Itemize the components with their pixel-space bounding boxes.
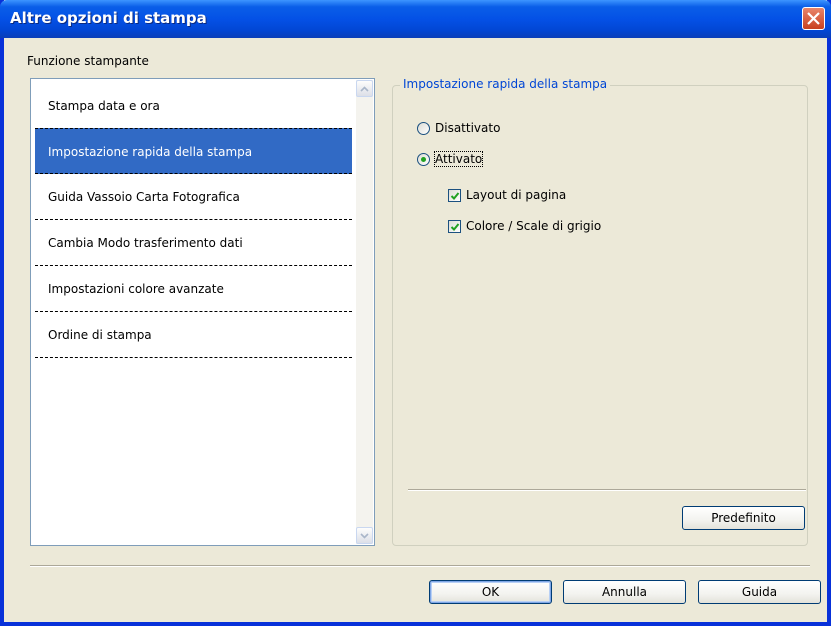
printer-function-list[interactable]: Stampa data e ora Impostazione rapida de… [30, 78, 375, 546]
checkbox-label-page-layout: Layout di pagina [466, 188, 567, 202]
window-title: Altre opzioni di stampa [10, 9, 207, 27]
footer-separator [30, 565, 810, 567]
list-item-label: Ordine di stampa [48, 328, 152, 342]
list-item[interactable]: Cambia Modo trasferimento dati [35, 220, 352, 266]
list-item-label: Impostazioni colore avanzate [48, 282, 224, 296]
default-button[interactable]: Predefinito [682, 506, 805, 530]
list-item[interactable]: Ordine di stampa [35, 312, 352, 358]
list-item[interactable]: Impostazione rapida della stampa [35, 128, 352, 174]
checkbox-label-color-grayscale: Colore / Scale di grigio [466, 219, 602, 233]
quick-print-setup-legend: Impostazione rapida della stampa [400, 77, 611, 91]
radio-label-enabled: Attivato [433, 151, 484, 167]
close-button[interactable] [802, 7, 825, 30]
chevron-up-icon [360, 86, 369, 92]
radio-selected-dot [421, 157, 426, 162]
scroll-down-button[interactable] [356, 527, 373, 544]
checkbox-box [448, 189, 461, 202]
title-bar[interactable]: Altre opzioni di stampa [0, 0, 831, 38]
list-item-label: Cambia Modo trasferimento dati [48, 236, 243, 250]
checkbox-color-grayscale[interactable]: Colore / Scale di grigio [448, 218, 648, 236]
printer-function-caption: Funzione stampante [27, 54, 149, 68]
scroll-up-button[interactable] [356, 80, 373, 97]
radio-enabled[interactable]: Attivato [417, 151, 617, 169]
radio-circle [417, 122, 430, 135]
cancel-button[interactable]: Annulla [563, 580, 686, 604]
list-item-label: Guida Vassoio Carta Fotografica [48, 190, 240, 204]
radio-circle [417, 153, 430, 166]
list-scrollbar[interactable] [356, 80, 373, 544]
list-item-label: Stampa data e ora [48, 99, 160, 113]
checkbox-box [448, 220, 461, 233]
list-item[interactable]: Guida Vassoio Carta Fotografica [35, 174, 352, 220]
list-item[interactable]: Stampa data e ora [35, 83, 352, 129]
chevron-down-icon [360, 533, 369, 539]
list-item-label: Impostazione rapida della stampa [48, 145, 253, 159]
checkmark-icon [450, 192, 460, 200]
help-button[interactable]: Guida [698, 580, 821, 604]
dialog-window: Altre opzioni di stampa Funzione stampan… [0, 0, 831, 626]
close-icon [807, 12, 820, 25]
checkmark-icon [450, 223, 460, 231]
checkbox-page-layout[interactable]: Layout di pagina [448, 187, 648, 205]
list-item[interactable]: Impostazioni colore avanzate [35, 266, 352, 312]
radio-label-disabled: Disattivato [435, 121, 501, 135]
radio-disabled[interactable]: Disattivato [417, 120, 617, 138]
group-separator [408, 489, 806, 491]
ok-button[interactable]: OK [429, 580, 552, 604]
